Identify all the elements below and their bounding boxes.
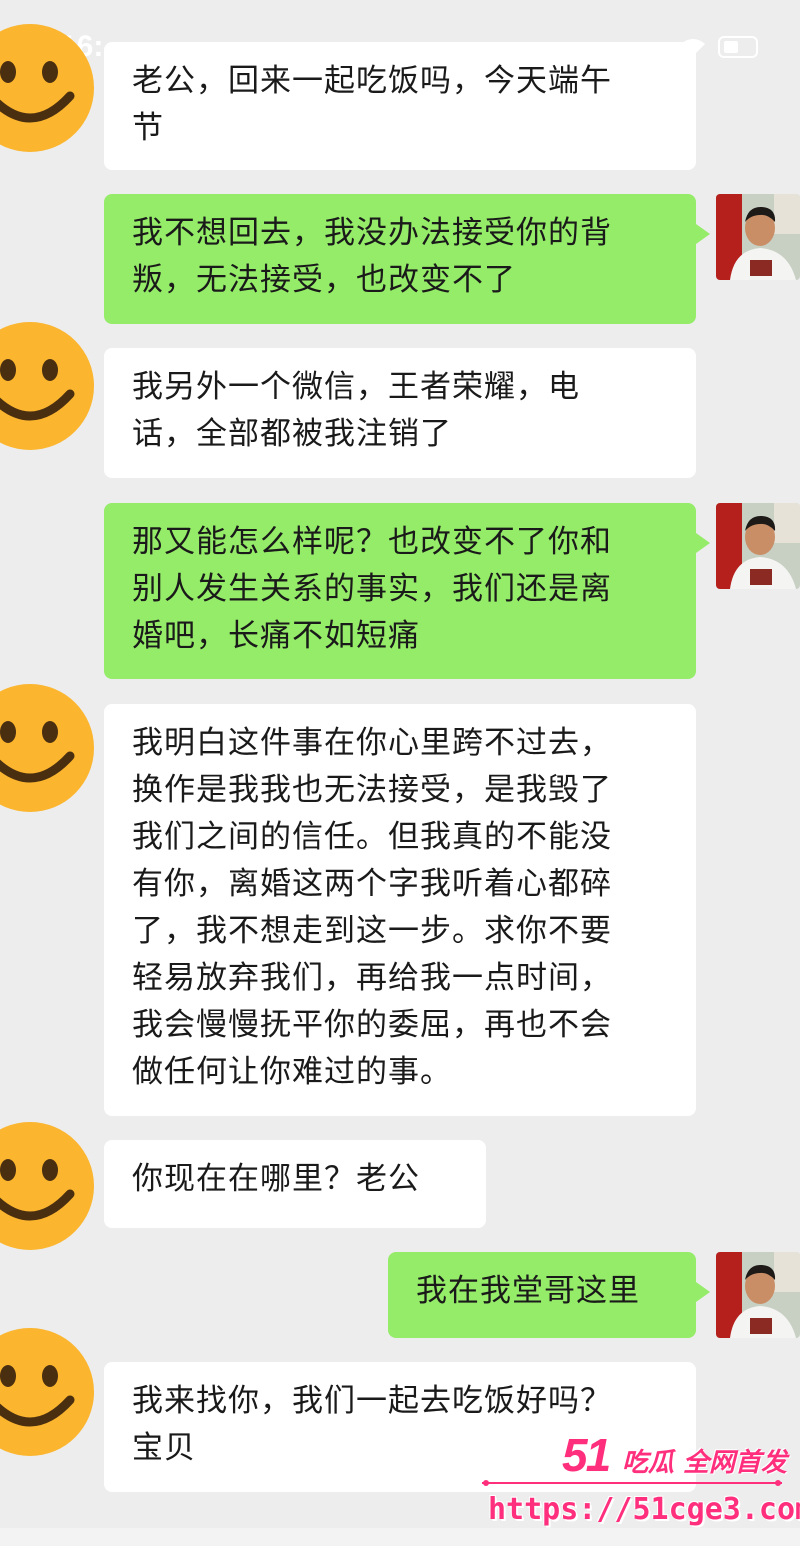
- watermark-tagline: 吃瓜 全网首发: [622, 1448, 788, 1478]
- smiley-emoji-avatar[interactable]: [0, 1326, 96, 1458]
- battery-icon: [718, 36, 758, 58]
- outgoing-message-bubble[interactable]: 我不想回去，我没办法接受你的背 叛，无法接受，也改变不了: [104, 194, 710, 324]
- smiley-emoji-avatar[interactable]: [0, 1120, 96, 1252]
- incoming-message-bubble[interactable]: 我另外一个微信，王者荣耀，电 话，全部都被我注销了: [104, 348, 696, 478]
- smiley-emoji-avatar[interactable]: [0, 320, 96, 452]
- smiley-emoji-avatar[interactable]: [0, 22, 96, 154]
- watermark-url: https://51cge3.com: [488, 1492, 800, 1527]
- incoming-message-bubble[interactable]: 你现在在哪里？老公: [104, 1140, 486, 1228]
- watermark-underline: [482, 1480, 782, 1486]
- smiley-emoji-avatar[interactable]: [0, 682, 96, 814]
- photo-avatar[interactable]: [716, 1252, 800, 1338]
- photo-avatar[interactable]: [716, 503, 800, 589]
- incoming-message-bubble[interactable]: 我明白这件事在你心里跨不过去， 换作是我我也无法接受，是我毁了 我们之间的信任。…: [104, 704, 696, 1116]
- photo-avatar[interactable]: [716, 194, 800, 280]
- outgoing-message-bubble[interactable]: 我在我堂哥这里: [388, 1252, 710, 1338]
- bottom-edge: [0, 1528, 800, 1546]
- outgoing-message-bubble[interactable]: 那又能怎么样呢？也改变不了你和 别人发生关系的事实，我们还是离 婚吧，长痛不如短…: [104, 503, 710, 679]
- incoming-message-bubble[interactable]: 老公，回来一起吃饭吗，今天端午 节: [104, 42, 696, 170]
- watermark-brand: 51: [562, 1429, 611, 1481]
